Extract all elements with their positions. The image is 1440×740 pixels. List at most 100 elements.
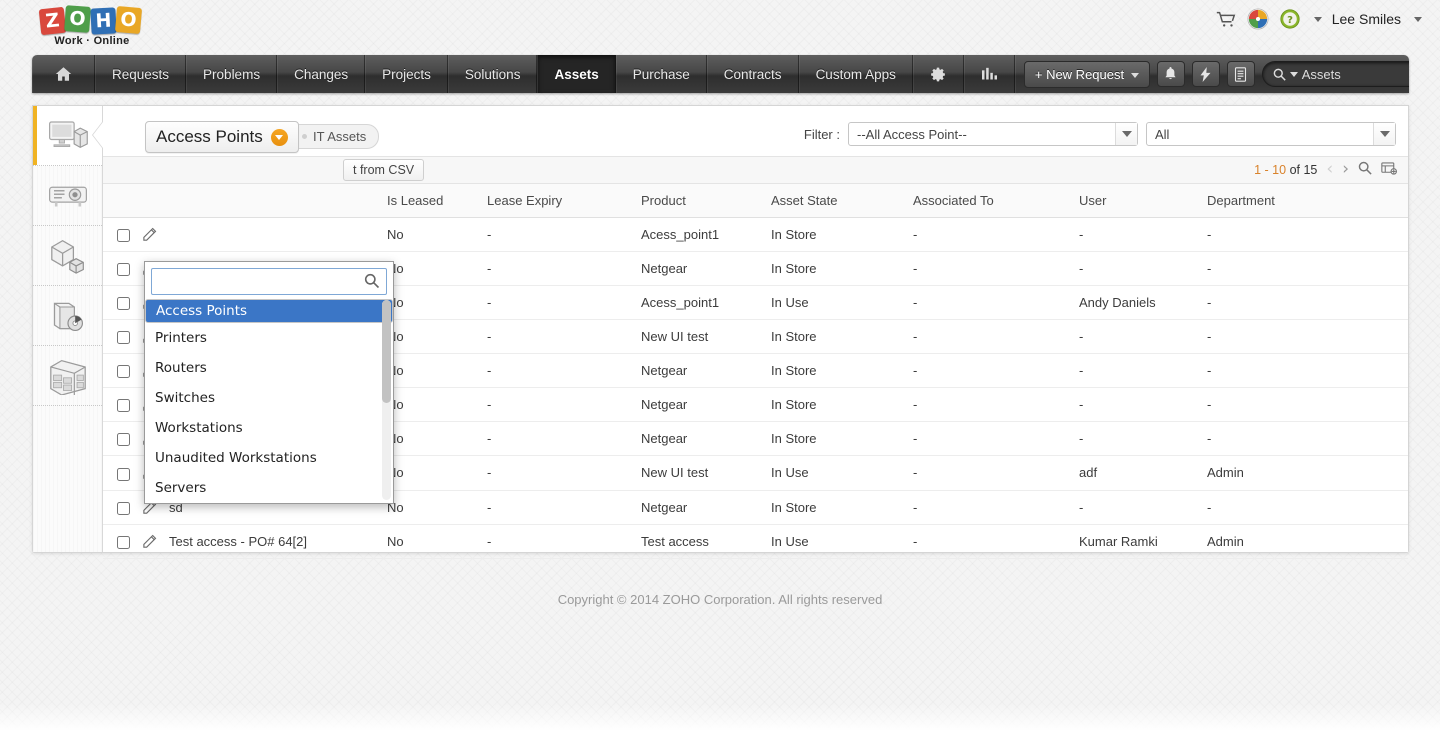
row-checkbox[interactable] bbox=[117, 468, 130, 481]
pagination-total: of 15 bbox=[1290, 163, 1318, 177]
cell-user: - bbox=[1073, 490, 1201, 524]
row-checkbox[interactable] bbox=[117, 229, 130, 242]
nav-item-purchase[interactable]: Purchase bbox=[616, 55, 707, 93]
dropdown-scrollbar-thumb[interactable] bbox=[382, 300, 391, 403]
module-selector-button[interactable]: Access Points bbox=[145, 121, 299, 153]
row-checkbox-cell[interactable] bbox=[103, 490, 136, 524]
col-name[interactable] bbox=[163, 184, 381, 218]
help-chevron-down-icon[interactable] bbox=[1314, 17, 1322, 22]
dropdown-option[interactable]: Access Points bbox=[145, 299, 393, 323]
nav-item-assets[interactable]: Assets bbox=[537, 55, 615, 93]
row-checkbox[interactable] bbox=[117, 536, 130, 549]
new-request-button[interactable]: + New Request bbox=[1024, 61, 1150, 88]
rail-item-workstations[interactable] bbox=[33, 106, 102, 166]
zoho-logo[interactable]: Z O H O Work · Online bbox=[40, 6, 150, 50]
logo-letter-h: H bbox=[90, 7, 116, 34]
nav-item-settings[interactable] bbox=[913, 55, 964, 93]
previous-page-icon: ‹ bbox=[1326, 161, 1333, 178]
col-lease-expiry[interactable]: Lease Expiry bbox=[481, 184, 635, 218]
row-checkbox[interactable] bbox=[117, 297, 130, 310]
nav-item-changes[interactable]: Changes bbox=[277, 55, 365, 93]
row-edit-cell[interactable] bbox=[136, 524, 163, 558]
row-checkbox-cell[interactable] bbox=[103, 456, 136, 490]
next-page-icon[interactable]: › bbox=[1342, 161, 1349, 178]
dropdown-search-field[interactable] bbox=[151, 268, 387, 295]
cell-name[interactable]: Test access - PO# 64[2] bbox=[163, 524, 381, 558]
column-settings-icon[interactable] bbox=[1381, 161, 1398, 178]
cell-is-leased: No bbox=[381, 524, 481, 558]
nav-item-custom-apps[interactable]: Custom Apps bbox=[799, 55, 913, 93]
cart-icon[interactable] bbox=[1215, 8, 1237, 30]
global-search-value: Assets bbox=[1302, 67, 1341, 82]
row-checkbox[interactable] bbox=[117, 399, 130, 412]
nav-item-contracts[interactable]: Contracts bbox=[707, 55, 799, 93]
notifications-button[interactable] bbox=[1157, 61, 1185, 87]
dropdown-option[interactable]: Routers bbox=[145, 353, 393, 383]
quick-actions-button[interactable] bbox=[1192, 61, 1220, 87]
dropdown-search-input[interactable] bbox=[152, 269, 386, 294]
nav-item-requests[interactable]: Requests bbox=[95, 55, 186, 93]
row-checkbox[interactable] bbox=[117, 433, 130, 446]
nav-item-home[interactable] bbox=[32, 55, 95, 93]
nav-item-problems[interactable]: Problems bbox=[186, 55, 277, 93]
row-checkbox-cell[interactable] bbox=[103, 388, 136, 422]
global-search-box[interactable]: Assets bbox=[1262, 61, 1409, 87]
row-checkbox-cell[interactable] bbox=[103, 524, 136, 558]
search-scope-chevron-down-icon[interactable] bbox=[1290, 72, 1298, 77]
cell-is-leased: No bbox=[381, 320, 481, 354]
filter-primary-select[interactable]: --All Access Point-- bbox=[848, 122, 1138, 146]
cell-asset-state: In Use bbox=[765, 286, 907, 320]
row-checkbox-cell[interactable] bbox=[103, 286, 136, 320]
col-asset-state[interactable]: Asset State bbox=[765, 184, 907, 218]
dropdown-option[interactable]: Servers bbox=[145, 473, 393, 503]
col-associated-to[interactable]: Associated To bbox=[907, 184, 1073, 218]
nav-item-projects[interactable]: Projects bbox=[365, 55, 448, 93]
cell-is-leased: No bbox=[381, 456, 481, 490]
filter-secondary-select[interactable]: All bbox=[1146, 122, 1396, 146]
rail-item-software[interactable] bbox=[33, 286, 102, 346]
user-chevron-down-icon[interactable] bbox=[1414, 17, 1422, 22]
row-edit-cell[interactable] bbox=[136, 218, 163, 252]
table-row[interactable]: No-Acess_point1In Store--- bbox=[103, 218, 1408, 252]
row-checkbox-cell[interactable] bbox=[103, 320, 136, 354]
help-icon[interactable]: ? bbox=[1279, 8, 1301, 30]
cell-name[interactable] bbox=[163, 218, 381, 252]
col-user[interactable]: User bbox=[1073, 184, 1201, 218]
logo-letter-o2: O bbox=[115, 6, 142, 34]
cell-associated-to: - bbox=[907, 422, 1073, 456]
col-select-all[interactable] bbox=[103, 184, 136, 218]
col-department[interactable]: Department bbox=[1201, 184, 1408, 218]
col-is-leased[interactable]: Is Leased bbox=[381, 184, 481, 218]
nav-item-solutions[interactable]: Solutions bbox=[448, 55, 538, 93]
row-checkbox[interactable] bbox=[117, 502, 130, 515]
row-checkbox[interactable] bbox=[117, 365, 130, 378]
col-product[interactable]: Product bbox=[635, 184, 765, 218]
filter-secondary-chevron-down-icon bbox=[1373, 123, 1395, 145]
rail-item-rack[interactable] bbox=[33, 346, 102, 406]
nav-item-reports[interactable] bbox=[964, 55, 1015, 93]
apps-grid-icon[interactable] bbox=[1247, 8, 1269, 30]
table-row[interactable]: Test access - PO# 64[2]No-Test accessIn … bbox=[103, 524, 1408, 558]
rail-item-projectors[interactable] bbox=[33, 166, 102, 226]
rail-item-assets-package[interactable] bbox=[33, 226, 102, 286]
row-checkbox-cell[interactable] bbox=[103, 354, 136, 388]
tasks-button[interactable] bbox=[1227, 61, 1255, 87]
dropdown-option[interactable]: Switches bbox=[145, 383, 393, 413]
cell-is-leased: No bbox=[381, 422, 481, 456]
nav-right-actions: + New Request Assets bbox=[1016, 55, 1409, 93]
it-assets-tab[interactable]: IT Assets bbox=[285, 124, 379, 149]
dropdown-option[interactable]: Printers bbox=[145, 323, 393, 353]
search-list-icon[interactable] bbox=[1358, 161, 1372, 178]
cell-asset-state: In Store bbox=[765, 320, 907, 354]
row-checkbox[interactable] bbox=[117, 331, 130, 344]
row-checkbox-cell[interactable] bbox=[103, 252, 136, 286]
row-checkbox-cell[interactable] bbox=[103, 422, 136, 456]
row-checkbox-cell[interactable] bbox=[103, 218, 136, 252]
dropdown-option[interactable]: Unaudited Workstations bbox=[145, 443, 393, 473]
dropdown-option[interactable]: Workstations bbox=[145, 413, 393, 443]
row-checkbox[interactable] bbox=[117, 263, 130, 276]
new-request-label: + New Request bbox=[1035, 67, 1124, 82]
import-from-csv-button[interactable]: t from CSV bbox=[343, 159, 424, 181]
user-name[interactable]: Lee Smiles bbox=[1332, 11, 1401, 27]
svg-text:?: ? bbox=[1287, 15, 1293, 26]
